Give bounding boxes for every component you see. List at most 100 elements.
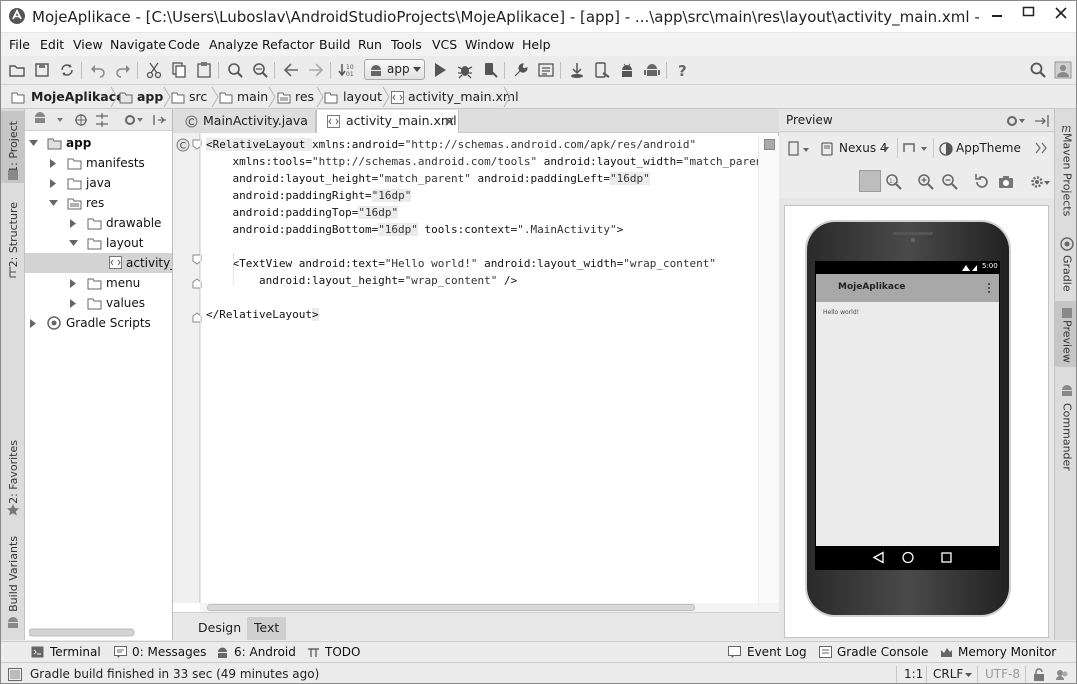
user-avatar-icon[interactable] xyxy=(1054,61,1072,79)
tree-item-drawable[interactable]: drawable xyxy=(25,213,172,233)
paste-icon[interactable] xyxy=(195,61,213,79)
maximize-button[interactable] xyxy=(1013,1,1045,29)
project-panel-scrollbar[interactable] xyxy=(29,628,169,637)
code-area[interactable]: <RelativeLayout xmlns:android="http://sc… xyxy=(206,136,758,606)
device-monitor-icon[interactable] xyxy=(618,61,636,79)
tree-item-manifests[interactable]: manifests xyxy=(25,153,172,173)
menu-analyze[interactable]: Analyze xyxy=(209,37,258,52)
orientation-icon[interactable] xyxy=(901,140,929,156)
menu-vcs[interactable]: VCS xyxy=(432,37,457,52)
sdk-manager-icon[interactable] xyxy=(537,61,555,79)
zoom-in-icon[interactable] xyxy=(917,173,935,191)
editor-vertical-scrollbar[interactable] xyxy=(758,136,779,603)
design-tab[interactable]: Design xyxy=(191,617,248,640)
device-select[interactable]: Nexus 4 xyxy=(819,139,895,159)
tree-item-java[interactable]: java xyxy=(25,173,172,193)
preview-header-icons[interactable] xyxy=(1005,113,1051,129)
run-icon[interactable] xyxy=(431,61,449,79)
search-everywhere-icon[interactable] xyxy=(1029,61,1047,79)
zoom-out-icon[interactable] xyxy=(941,173,959,191)
theme-select[interactable]: AppTheme xyxy=(939,139,1021,159)
menu-tools[interactable]: Tools xyxy=(391,37,422,52)
make-project-icon[interactable]: 10 01 xyxy=(338,61,356,79)
menu-view[interactable]: View xyxy=(73,37,103,52)
zoom-fit-button[interactable] xyxy=(859,170,881,192)
tree-item-app[interactable]: app xyxy=(25,133,172,153)
menu-refactor[interactable]: Refactor xyxy=(262,37,314,52)
refresh-icon[interactable] xyxy=(973,173,991,191)
android-device-icon[interactable] xyxy=(643,61,661,79)
lock-icon[interactable] xyxy=(1033,668,1045,681)
favorites-tool-tab[interactable]: 2: Favorites xyxy=(1,439,25,504)
forward-icon[interactable] xyxy=(307,61,325,79)
tree-item-activity-main[interactable]: activity_main.xml xyxy=(25,253,172,273)
zoom-actual-icon[interactable]: 1:1 xyxy=(885,173,903,191)
android-tab[interactable]: 6: Android xyxy=(216,645,296,659)
tree-item-gradle-scripts[interactable]: Gradle Scripts xyxy=(25,313,172,333)
tab-mainactivity-java[interactable]: C MainActivity.java xyxy=(173,110,316,133)
caret-position[interactable]: 1:1 xyxy=(904,667,923,681)
terminal-tab[interactable]: Terminal xyxy=(31,645,101,659)
sync-gradle-icon[interactable] xyxy=(568,61,586,79)
replace-icon[interactable] xyxy=(251,61,269,79)
redo-icon[interactable] xyxy=(114,61,132,79)
tree-item-menu[interactable]: menu xyxy=(25,273,172,293)
close-tab-icon[interactable] xyxy=(445,117,454,126)
left-tool-strip: 1: Project 2: Structure 2: Favorites Bui… xyxy=(1,109,25,640)
cut-icon[interactable] xyxy=(145,61,163,79)
tree-item-layout[interactable]: layout xyxy=(25,233,172,253)
attach-debugger-icon[interactable] xyxy=(481,61,499,79)
title-bar: MojeAplikace - [C:\Users\Luboslav\Androi… xyxy=(1,1,1076,33)
copy-icon[interactable] xyxy=(170,61,188,79)
debug-icon[interactable] xyxy=(456,61,474,79)
messages-tab[interactable]: 0: Messages xyxy=(114,645,206,659)
preview-settings-icon[interactable] xyxy=(1029,173,1051,191)
toggle-tool-windows-icon[interactable] xyxy=(8,668,22,681)
more-options-icon[interactable] xyxy=(1035,142,1049,154)
open-folder-icon[interactable] xyxy=(8,61,26,79)
hector-inspector-icon[interactable] xyxy=(1055,668,1069,681)
minimize-button[interactable] xyxy=(981,1,1013,29)
menu-edit[interactable]: Edit xyxy=(40,37,64,52)
editor-horizontal-scrollbar[interactable] xyxy=(200,603,779,612)
close-button[interactable] xyxy=(1045,1,1076,29)
theme-icon xyxy=(939,142,953,156)
run-config-select[interactable]: app xyxy=(364,59,425,80)
menu-run[interactable]: Run xyxy=(358,37,382,52)
screenshot-icon[interactable] xyxy=(997,173,1015,191)
menu-file[interactable]: File xyxy=(9,37,30,52)
project-structure-icon[interactable] xyxy=(512,61,530,79)
structure-tool-tab[interactable]: 2: Structure xyxy=(1,199,25,271)
menu-code[interactable]: Code xyxy=(168,37,200,52)
text-tab[interactable]: Text xyxy=(247,617,287,640)
find-icon[interactable] xyxy=(226,61,244,79)
back-icon[interactable] xyxy=(282,61,300,79)
undo-icon[interactable] xyxy=(89,61,107,79)
event-log-tab[interactable]: Event Log xyxy=(728,645,807,659)
menu-navigate[interactable]: Navigate xyxy=(110,37,166,52)
sync-icon[interactable] xyxy=(58,61,76,79)
gradle-console-tab[interactable]: Gradle Console xyxy=(819,645,928,659)
help-icon[interactable]: ? xyxy=(674,61,692,79)
commander-tab-label: Commander xyxy=(1060,402,1074,471)
tool-window-label: Event Log xyxy=(747,645,807,659)
gradle-tab[interactable]: Gradle xyxy=(1055,253,1076,293)
file-encoding[interactable]: UTF-8 xyxy=(985,667,1020,681)
commander-tab[interactable]: Commander xyxy=(1055,399,1076,474)
menu-window[interactable]: Window xyxy=(465,37,514,52)
code-line-6: android:paddingBottom="16dp" tools:conte… xyxy=(206,223,624,236)
menu-build[interactable]: Build xyxy=(319,37,350,52)
device-config-icon[interactable] xyxy=(787,141,815,157)
tree-item-res[interactable]: res xyxy=(25,193,172,213)
memory-monitor-tab[interactable]: Memory Monitor xyxy=(940,645,1056,659)
line-separator[interactable]: CRLF xyxy=(933,667,963,681)
tree-item-values[interactable]: values xyxy=(25,293,172,313)
todo-tab[interactable]: TODO xyxy=(307,645,360,659)
maven-projects-tab[interactable]: Maven Projects xyxy=(1055,133,1076,216)
save-icon[interactable] xyxy=(33,61,51,79)
build-variants-tool-tab[interactable]: Build Variants xyxy=(1,534,25,614)
avd-manager-icon[interactable] xyxy=(593,61,611,79)
menu-help[interactable]: Help xyxy=(522,37,551,52)
tab-activity-main-xml[interactable]: activity_main.xml xyxy=(316,110,459,133)
tree-label: res xyxy=(86,196,105,210)
